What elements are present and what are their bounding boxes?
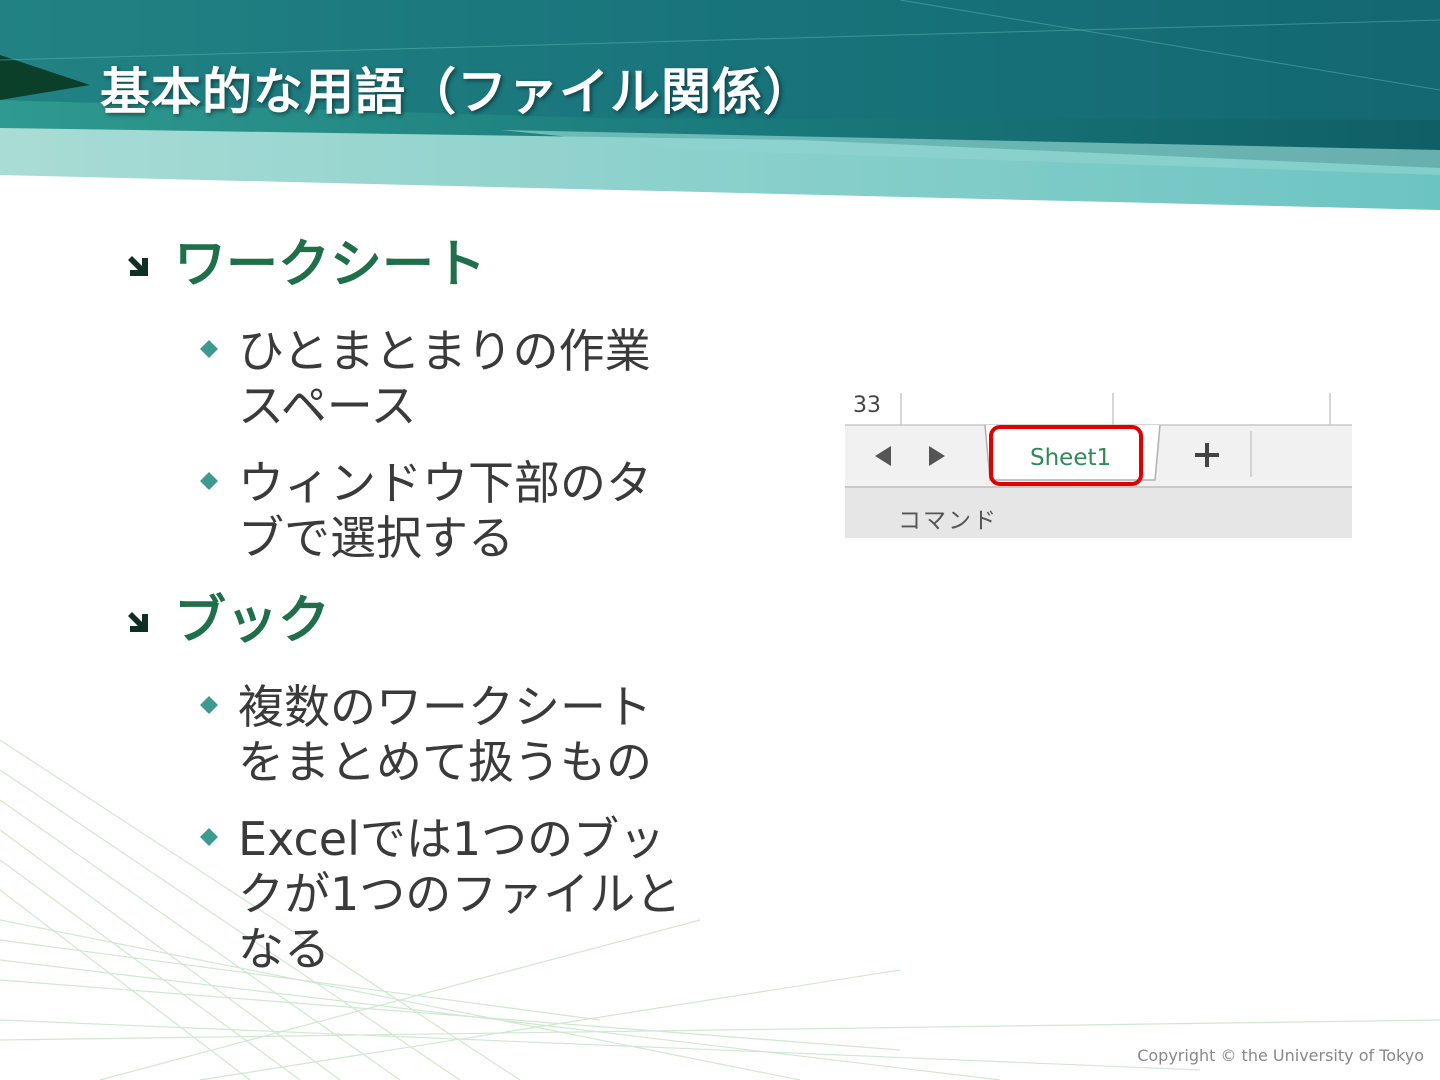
subbullet-text: Excelでは1つのブックが1つのファイルとなる	[238, 812, 682, 976]
heading-book: ブック	[174, 591, 331, 651]
subbullet-text: ひとまとまりの作業スペース	[238, 324, 651, 433]
status-bar-text: コマンド	[898, 508, 998, 534]
row-number: 33	[853, 393, 881, 418]
subbullet: ウィンドウ下部のタブで選択する	[198, 456, 720, 566]
copyright-footer: Copyright © the University of Tokyo	[1137, 1046, 1424, 1065]
bullet-content: ワークシート ひとまとまりの作業スペース ウィンドウ下部のタブで選択する ブック…	[120, 232, 720, 999]
sheet-tab-label[interactable]: Sheet1	[1030, 445, 1111, 471]
bullet-book: ブック	[120, 588, 720, 654]
diamond-bullet-icon	[200, 340, 218, 358]
diamond-bullet-icon	[200, 828, 218, 846]
triangle-right-icon[interactable]	[927, 444, 947, 468]
subbullet: 複数のワークシートをまとめて扱うもの	[198, 680, 720, 790]
subbullet: ひとまとまりの作業スペース	[198, 324, 720, 434]
bullet-worksheet: ワークシート	[120, 232, 720, 298]
diamond-bullet-icon	[200, 472, 218, 490]
slide-title: 基本的な用語（ファイル関係）	[100, 63, 814, 121]
plus-icon[interactable]	[1193, 441, 1221, 469]
arrow-down-right-icon	[128, 256, 148, 276]
subbullet: Excelでは1つのブックが1つのファイルとなる	[198, 812, 720, 977]
excel-sheet-tabs-screenshot: 33 Sheet1 コマンド	[845, 393, 1352, 538]
heading-worksheet: ワークシート	[174, 235, 487, 295]
subbullet-text: ウィンドウ下部のタブで選択する	[238, 456, 652, 565]
arrow-down-right-icon	[128, 612, 148, 632]
triangle-left-icon[interactable]	[873, 444, 893, 468]
subbullet-text: 複数のワークシートをまとめて扱うもの	[238, 680, 652, 789]
diamond-bullet-icon	[200, 696, 218, 714]
